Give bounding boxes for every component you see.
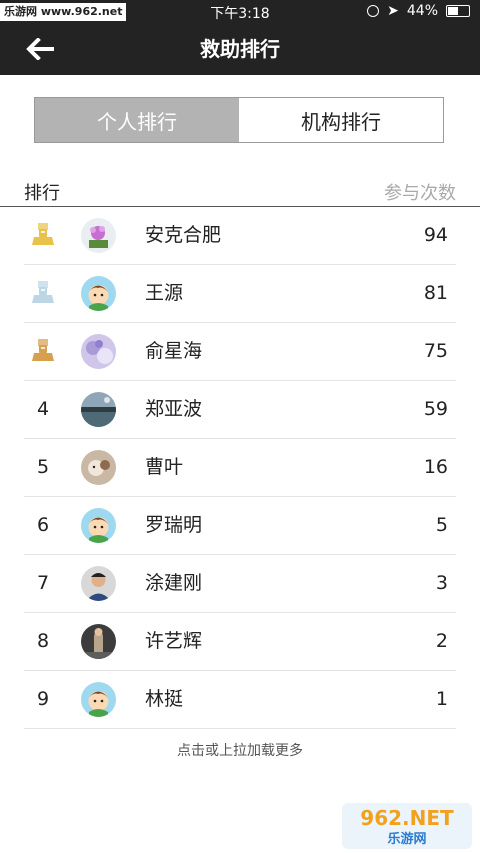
list-header: 排行 参与次数 [0,175,480,207]
rank-number: 4 [36,398,50,420]
rank-number: 9 [36,688,50,710]
participation-count: 75 [423,340,448,362]
user-name: 罗瑞明 [145,514,203,536]
avatar[interactable] [81,334,116,369]
rank-number: 8 [36,630,50,652]
page-title: 救助排行 [200,37,280,61]
user-name: 俞星海 [145,340,203,362]
list-item[interactable]: 俞星海 75 [24,323,456,381]
list-item[interactable]: 7 涂建刚 3 [24,555,456,613]
status-bar: 乐游网 www.962.net 下午3:18 ➤ 44% [0,0,480,24]
battery-icon [446,5,470,17]
list-item[interactable]: 4 郑亚波 59 [24,381,456,439]
watermark-logo: 962.NET 乐游网 [342,803,472,849]
bronze-medal-icon [32,339,54,363]
rank-number: 7 [36,572,50,594]
rank-column-header: 排行 [24,183,60,204]
avatar[interactable] [81,508,116,543]
user-name: 郑亚波 [145,398,203,420]
participation-count: 94 [423,224,448,246]
avatar[interactable] [81,566,116,601]
count-column-header: 参与次数 [384,183,456,204]
avatar[interactable] [81,682,116,717]
list-item[interactable]: 王源 81 [24,265,456,323]
participation-count: 1 [435,688,448,710]
list-item[interactable]: 8 许艺辉 2 [24,613,456,671]
watermark-subtext: 乐游网 [387,831,426,847]
watermark-text: 962.NET [360,806,454,830]
status-right: ➤ 44% [367,3,470,19]
tab-organization[interactable]: 机构排行 [239,98,443,142]
battery-percent: 44% [406,3,438,19]
avatar[interactable] [81,276,116,311]
user-name: 许艺辉 [145,630,203,652]
participation-count: 16 [423,456,448,478]
battery-fill [448,7,458,15]
rank-number: 6 [36,514,50,536]
avatar[interactable] [81,624,116,659]
ranking-list: 安克合肥 94 王源 81 俞星海 75 4 郑亚波 59 5 曹叶 16 6 罗瑞明 5 7 涂建刚 3 8 许艺辉… [0,207,480,729]
list-item[interactable]: 5 曹叶 16 [24,439,456,497]
participation-count: 2 [435,630,448,652]
list-item[interactable]: 安克合肥 94 [24,207,456,265]
ranking-tabs: 个人排行 机构排行 [34,97,444,143]
participation-count: 3 [435,572,448,594]
avatar[interactable] [81,450,116,485]
user-name: 曹叶 [145,456,184,478]
nav-bar: 救助排行 [0,24,480,75]
participation-count: 59 [423,398,448,420]
avatar[interactable] [81,218,116,253]
rotation-lock-icon [367,5,380,17]
gold-medal-icon [32,223,54,247]
user-name: 王源 [145,282,184,304]
participation-count: 81 [423,282,448,304]
back-button[interactable] [20,32,60,66]
user-name: 安克合肥 [145,224,222,246]
participation-count: 5 [435,514,448,536]
list-item[interactable]: 6 罗瑞明 5 [24,497,456,555]
user-name: 林挺 [145,688,184,710]
arrow-left-icon [26,38,54,60]
list-item[interactable]: 9 林挺 1 [24,671,456,729]
avatar[interactable] [81,392,116,427]
silver-medal-icon [32,281,54,305]
location-arrow-icon: ➤ [387,3,399,19]
rank-number: 5 [36,456,50,478]
user-name: 涂建刚 [145,572,203,594]
tab-personal[interactable]: 个人排行 [35,98,239,142]
load-more-button[interactable]: 点击或上拉加载更多 [0,740,480,760]
